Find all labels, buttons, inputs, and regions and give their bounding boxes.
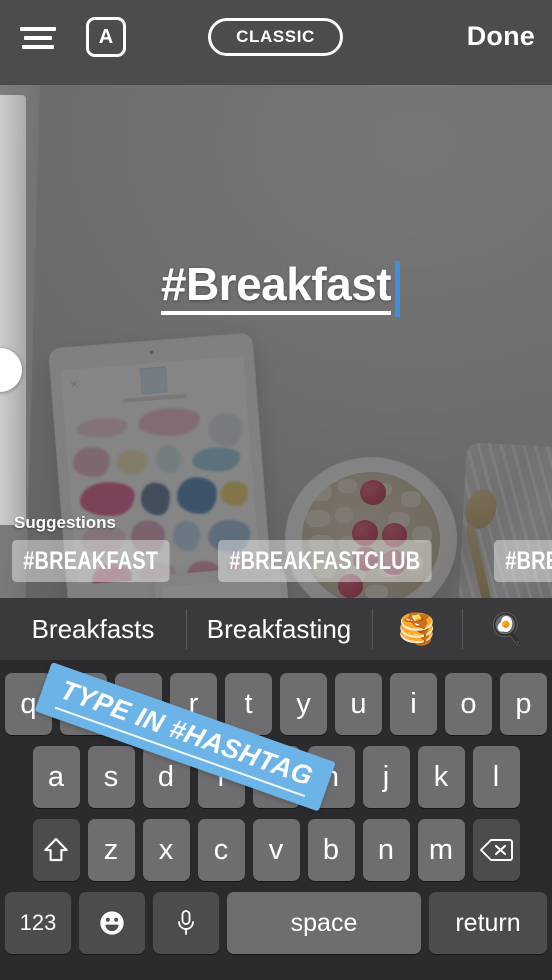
- numeric-key[interactable]: 123: [5, 892, 71, 954]
- key-z[interactable]: z: [87, 819, 135, 881]
- text-caret: [395, 261, 401, 317]
- backspace-icon: [480, 839, 513, 861]
- align-line-3: [22, 45, 54, 49]
- editor-top-bar: A CLASSIC Done: [0, 0, 552, 85]
- key-i[interactable]: i: [390, 673, 437, 735]
- suggestions-label: Suggestions: [14, 513, 117, 532]
- key-c[interactable]: c: [197, 819, 245, 881]
- story-text-value: #Breakfast: [160, 258, 392, 310]
- key-k[interactable]: k: [417, 746, 465, 808]
- story-text-layer: #Breakfast: [0, 258, 552, 317]
- prediction-word[interactable]: Breakfasts: [0, 598, 186, 660]
- prediction-emoji-pancakes[interactable]: 🥞: [372, 598, 462, 660]
- text-underline: [160, 310, 392, 315]
- dictation-key[interactable]: [153, 892, 219, 954]
- shift-arrow-icon: [44, 837, 68, 862]
- key-s[interactable]: s: [87, 746, 135, 808]
- shift-key[interactable]: [32, 819, 80, 881]
- align-line-1: [20, 27, 56, 31]
- text-align-icon[interactable]: [20, 20, 56, 56]
- text-color-button[interactable]: A: [86, 17, 126, 57]
- key-o[interactable]: o: [445, 673, 492, 735]
- hashtag-suggestions: Suggestions #BREAKFAST #BREAKFASTCLUB #B…: [0, 513, 552, 582]
- story-text-input[interactable]: #Breakfast: [160, 258, 401, 317]
- story-editor-screen: ✕: [0, 0, 552, 980]
- key-x[interactable]: x: [142, 819, 190, 881]
- suggestion-chip-list: #BREAKFAST #BREAKFASTCLUB #BREAKFASTINB: [0, 540, 552, 582]
- key-p[interactable]: p: [500, 673, 547, 735]
- done-button[interactable]: Done: [467, 21, 535, 52]
- emoji-key[interactable]: [79, 892, 145, 954]
- microphone-icon: [178, 910, 194, 935]
- text-color-label: A: [98, 25, 114, 48]
- font-style-pill[interactable]: CLASSIC: [208, 18, 343, 56]
- key-u[interactable]: u: [335, 673, 382, 735]
- align-line-2: [24, 36, 52, 40]
- key-n[interactable]: n: [362, 819, 410, 881]
- key-j[interactable]: j: [362, 746, 410, 808]
- text-size-slider-track[interactable]: [0, 95, 26, 525]
- key-l[interactable]: l: [472, 746, 520, 808]
- smiley-icon: [100, 911, 124, 935]
- key-b[interactable]: b: [307, 819, 355, 881]
- suggestion-chip[interactable]: #BREAKFASTCLUB: [217, 540, 432, 582]
- keyboard-row-4: 123 space return: [0, 881, 552, 954]
- backspace-key[interactable]: [472, 819, 520, 881]
- return-key[interactable]: return: [429, 892, 547, 954]
- key-m[interactable]: m: [417, 819, 465, 881]
- key-v[interactable]: v: [252, 819, 300, 881]
- prediction-word[interactable]: Breakfasting: [186, 598, 372, 660]
- font-style-label: CLASSIC: [236, 27, 315, 46]
- space-key[interactable]: space: [227, 892, 421, 954]
- prediction-bar: Breakfasts Breakfasting 🥞 🍳: [0, 598, 552, 660]
- suggestion-chip[interactable]: #BREAKFAST: [12, 540, 170, 582]
- key-y[interactable]: y: [280, 673, 327, 735]
- prediction-emoji-cooking[interactable]: 🍳: [462, 598, 552, 660]
- keyboard-row-3: z x c v b n m: [0, 808, 552, 881]
- key-a[interactable]: a: [32, 746, 80, 808]
- suggestion-chip[interactable]: #BREAKFASTINB: [493, 540, 552, 582]
